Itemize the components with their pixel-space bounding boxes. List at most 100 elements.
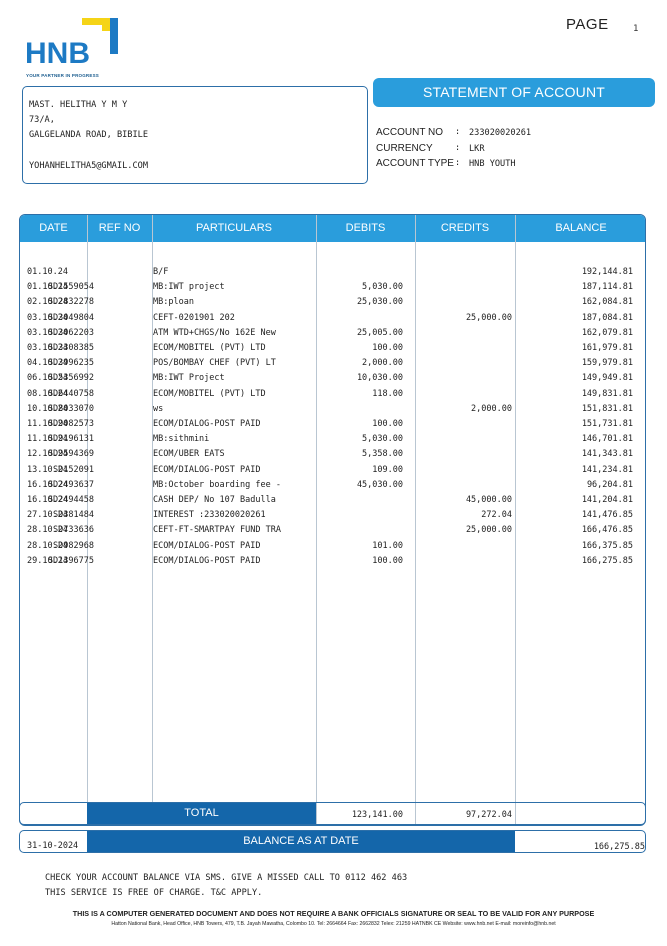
account-number-value: 233020020261 — [469, 128, 532, 138]
row-balance: 151,831.81 — [581, 403, 633, 414]
header-balance: BALANCE — [555, 222, 607, 234]
row-debit: 10,030.00 — [356, 373, 403, 384]
row-balance: 141,476.85 — [581, 510, 633, 521]
row-balance: 161,979.81 — [581, 343, 633, 353]
row-ref: SD1396775 — [47, 555, 94, 566]
row-ref: SD381484 — [53, 510, 94, 521]
total-credits: 97,272.04 — [465, 810, 512, 820]
table-row: 29.10.24 SD1396775 ECOM/DIALOG-POST PAID 10… — [20, 554, 645, 569]
row-particulars: ECOM/DIALOG-POST PAID — [153, 419, 261, 429]
customer-name: MAST. HELITHA Y M Y — [29, 100, 128, 110]
row-particulars: ATM WTD+CHGS/No 162E New — [153, 327, 276, 338]
row-particulars: CASH DEP/ No 107 Badulla — [153, 495, 276, 505]
row-balance: 151,731.81 — [581, 419, 633, 429]
row-particulars: MB:IWT project — [153, 282, 225, 293]
row-ref: SD3308385 — [47, 343, 94, 353]
row-debit: 101.00 — [372, 540, 403, 551]
balance-date: 31-10-2024 — [27, 841, 79, 851]
row-ref: SD3062203 — [47, 327, 94, 338]
row-balance: 141,343.81 — [581, 449, 633, 460]
row-ref: SD2493637 — [47, 479, 94, 490]
customer-email: YOHANHELITHA5@GMAIL.COM — [29, 160, 148, 171]
table-row: 01.10.24 B/F 192,144.81 — [20, 265, 645, 280]
table-row: 01.10.24 SD1559054 MB:IWT project 5,030.00 1… — [20, 280, 645, 295]
footer-address: Hatton National Bank, Head Office, HNB T… — [111, 921, 556, 927]
table-header: DATE REF NO PARTICULARS DEBITS CREDITS B… — [20, 215, 645, 242]
notice-line1: CHECK YOUR ACCOUNT BALANCE VIA SMS. GIVE… — [45, 873, 408, 883]
row-balance: 149,949.81 — [581, 373, 633, 384]
row-balance: 187,084.81 — [581, 312, 633, 323]
sms-notice: CHECK YOUR ACCOUNT BALANCE VIA SMS. GIVE… — [45, 871, 407, 900]
account-number-label: ACCOUNT NO — [376, 127, 444, 138]
totals-row: TOTAL 123,141.00 97,272.04 — [19, 802, 646, 825]
row-debit: 45,030.00 — [356, 479, 403, 490]
total-debits: 123,141.00 — [351, 810, 403, 820]
page-label: PAGE — [566, 16, 609, 33]
row-particulars: ECOM/UBER EATS — [153, 449, 225, 460]
row-ref: SD2832278 — [47, 297, 94, 308]
row-debit: 5,358.00 — [362, 449, 403, 460]
row-balance: 166,275.85 — [581, 555, 633, 566]
row-ref: SD5356992 — [47, 373, 94, 384]
hnb-logo: HNB YOUR PARTNER IN PROGRESS — [24, 17, 124, 79]
row-ref: SD9082573 — [47, 419, 94, 429]
header-debits: DEBITS — [345, 222, 386, 234]
row-particulars: ECOM/MOBITEL (PVT) LTD — [153, 343, 266, 353]
row-balance: 187,114.81 — [581, 282, 633, 293]
row-debit: 118.00 — [372, 388, 403, 399]
table-row: 28.10.24 SD982968 ECOM/DIALOG-POST PAID 101… — [20, 539, 645, 554]
statement-title: STATEMENT OF ACCOUNT — [373, 78, 655, 107]
table-row: 03.10.24 SD3308385 ECOM/MOBITEL (PVT) LTD 1… — [20, 341, 645, 356]
header-credits: CREDITS — [440, 222, 490, 234]
customer-address-line2: GALGELANDA ROAD, BIBILE — [29, 130, 148, 141]
balance-value: 166,275.85 — [593, 842, 645, 852]
table-row: 12.10.24 SD9594369 ECOM/UBER EATS 5,358.00 1… — [20, 447, 645, 462]
row-ref: SD152091 — [53, 464, 94, 475]
table-row: 08.10.24 SD6440758 ECOM/MOBITEL (PVT) LTD 1… — [20, 387, 645, 402]
row-ref: SD733636 — [53, 525, 94, 536]
header-particulars: PARTICULARS — [195, 222, 272, 234]
row-balance: 146,701.81 — [581, 434, 633, 445]
header-date: DATE — [39, 222, 68, 234]
account-type-label: ACCOUNT TYPE — [376, 158, 454, 169]
table-row: 13.10.24 SD152091 ECOM/DIALOG-POST PAID 109… — [20, 463, 645, 478]
table-row: 11.10.24 SD9082573 ECOM/DIALOG-POST PAID 10… — [20, 417, 645, 432]
row-particulars: ECOM/MOBITEL (PVT) LTD — [153, 388, 266, 399]
row-particulars: MB:sithmini — [153, 434, 210, 445]
row-particulars: CEFT-0201901 202 — [153, 312, 235, 323]
row-particulars: ws — [153, 403, 164, 414]
currency-value: LKR — [469, 144, 485, 154]
row-date: 01.10.24 — [27, 267, 68, 277]
logo-text: HNB — [25, 37, 90, 70]
balance-at-date-row: 31-10-2024 BALANCE AS AT DATE 166,275.85 — [19, 830, 646, 853]
row-ref: SD6440758 — [47, 388, 94, 399]
row-particulars: POS/BOMBAY CHEF (PVT) LT — [153, 358, 276, 369]
row-particulars: CEFT-FT-SMARTPAY FUND TRA — [153, 525, 281, 536]
currency-label: CURRENCY — [376, 143, 433, 154]
row-ref: SD3049804 — [47, 312, 94, 323]
row-ref: SD3996235 — [47, 358, 94, 369]
row-particulars: ECOM/DIALOG-POST PAID — [153, 464, 261, 475]
customer-address-box: MAST. HELITHA Y M Y 73/A, GALGELANDA ROA… — [22, 86, 368, 184]
table-row: 16.10.24 SD2493637 MB:October boarding fee… — [20, 478, 645, 493]
table-row: 04.10.24 SD3996235 POS/BOMBAY CHEF (PVT) L… — [20, 356, 645, 371]
row-balance: 162,084.81 — [581, 297, 633, 308]
row-ref: SD1559054 — [47, 282, 94, 293]
row-ref: SD982968 — [53, 540, 94, 551]
row-ref: SD9196131 — [47, 434, 94, 445]
table-row: 06.10.24 SD5356992 MB:IWT Project 10,030.00… — [20, 371, 645, 386]
row-particulars: B/F — [153, 267, 169, 277]
row-balance: 141,204.81 — [581, 495, 633, 505]
row-particulars: MB:IWT Project — [153, 373, 225, 384]
row-particulars: ECOM/DIALOG-POST PAID — [153, 555, 261, 566]
row-debit: 2,000.00 — [362, 358, 403, 369]
row-balance: 166,476.85 — [581, 525, 633, 536]
row-credit: 45,000.00 — [465, 495, 512, 505]
table-row: 27.10.24 SD381484 INTEREST :233020020261 27… — [20, 508, 645, 523]
row-credit: 25,000.00 — [465, 525, 512, 536]
row-credit: 272.04 — [481, 510, 512, 521]
header-ref: REF NO — [98, 222, 141, 234]
table-row: 02.10.24 SD2832278 MB:ploan 25,030.00 162,08… — [20, 295, 645, 310]
row-ref: SD2494458 — [47, 495, 94, 505]
notice-line2: THIS SERVICE IS FREE OF CHARGE. T&C APPL… — [45, 887, 263, 898]
